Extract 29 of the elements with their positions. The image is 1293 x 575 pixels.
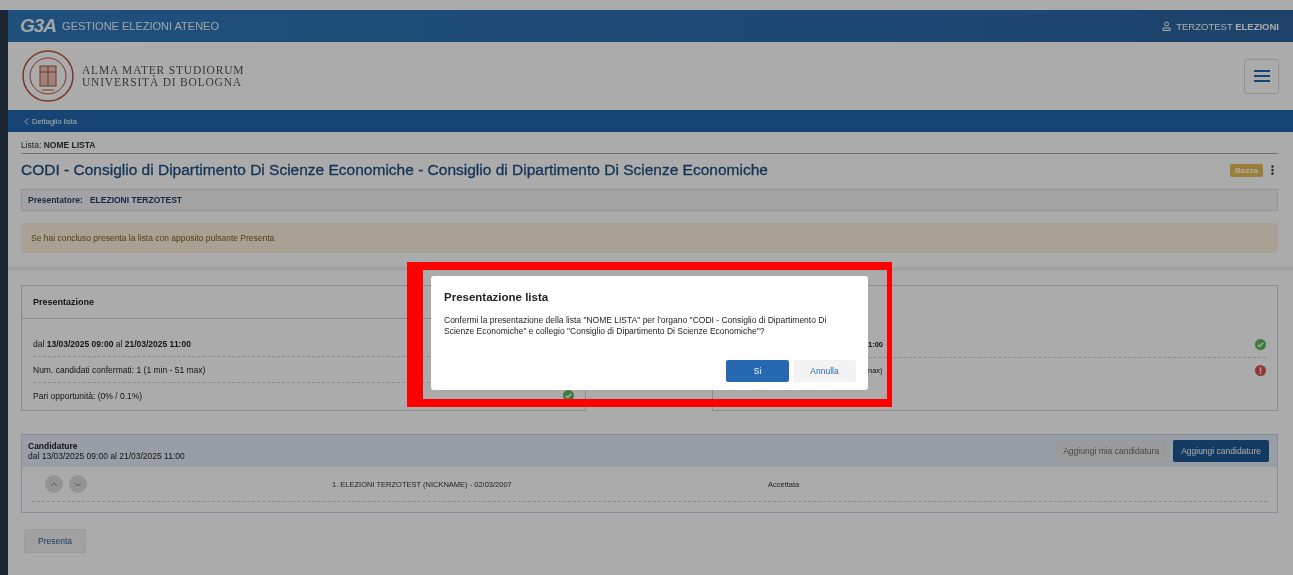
present-button[interactable]: Presenta bbox=[24, 529, 87, 553]
chevron-down-icon bbox=[74, 481, 82, 487]
chevron-left-icon bbox=[24, 117, 29, 125]
chevron-up-icon bbox=[50, 481, 58, 487]
user-icon bbox=[1162, 21, 1172, 31]
status-badge: Bozza bbox=[1229, 163, 1263, 177]
dialog-message: Confermi la presentazione della lista "NOME LISTA" per l'organo "CODI - Consiglio di Dipartimento Di Scienze Economiche" e collegio "Consiglio di Dipartimento Di Scienze Economiche"? bbox=[444, 315, 828, 336]
more-icon[interactable] bbox=[1271, 165, 1274, 175]
list-name: Lista: NOME LISTA bbox=[21, 140, 1278, 154]
cancel-button[interactable]: Annulla bbox=[793, 360, 856, 382]
university-name: ALMA MATER STUDIORUM UNIVERSITÀ DI BOLOGNA bbox=[82, 64, 245, 88]
info-alert: Se hai concluso presenta la lista con apposito pulsante Presenta bbox=[21, 223, 1278, 253]
card-row-text: dal 13/03/2025 09:00 al 21/03/2025 11:00 bbox=[33, 338, 191, 349]
app-title: GESTIONE ELEZIONI ATENEO bbox=[62, 20, 219, 32]
card-row-text: Num. candidati confermati: 1 (1 min - 51 max) bbox=[33, 364, 206, 375]
menu-button[interactable] bbox=[1244, 58, 1279, 94]
panel-period: dal 13/03/2025 09:00 al 21/03/2025 11:00 bbox=[28, 451, 185, 461]
card-row-text: Pari opportunità: (0% / 0.1%) bbox=[33, 390, 143, 401]
user-name[interactable]: TERZOTEST ELEZIONI bbox=[1176, 20, 1279, 32]
presenter-info: Presentatore: ELEZIONI TERZOTEST bbox=[21, 189, 1278, 211]
confirm-button[interactable]: Si bbox=[726, 360, 789, 382]
card-title: Presentazione bbox=[33, 297, 95, 307]
dialog-title: Presentazione lista bbox=[444, 291, 550, 303]
university-seal-icon bbox=[22, 50, 74, 102]
add-candidates-button[interactable]: Aggiungi candidature bbox=[1173, 440, 1269, 462]
panel-title: Candidature bbox=[28, 441, 79, 451]
menu-icon bbox=[1253, 70, 1270, 82]
app-logo: G3A bbox=[20, 15, 57, 37]
list-title: CODI - Consiglio di Dipartimento Di Scienze Economiche - Consiglio di Dipartimento Di Scienze Economiche bbox=[21, 161, 768, 179]
